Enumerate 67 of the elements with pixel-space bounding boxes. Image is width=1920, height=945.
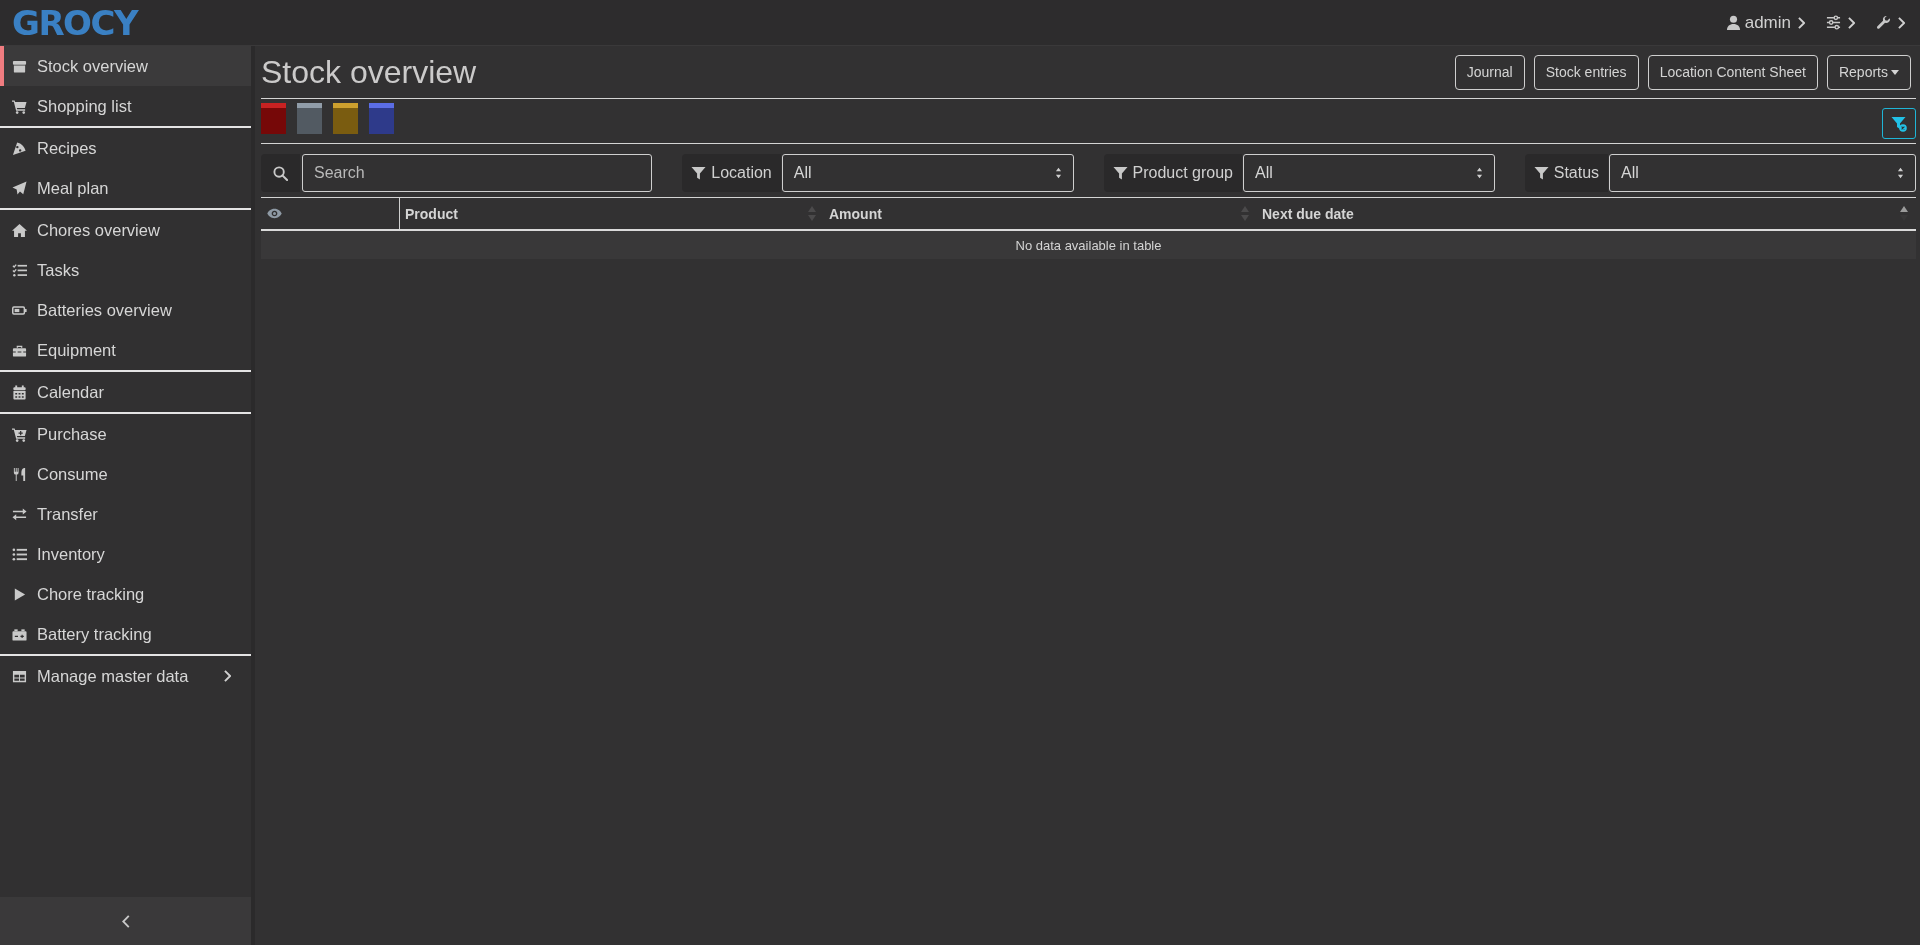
sidebar-item[interactable]: Chores overview xyxy=(0,210,251,250)
clear-filter-button[interactable] xyxy=(1882,108,1916,139)
chevron-left-icon xyxy=(121,914,130,928)
car-battery-icon xyxy=(12,626,27,642)
action-button[interactable]: Stock entries xyxy=(1533,54,1639,90)
sidebar-item[interactable]: Equipment xyxy=(0,330,251,370)
cart-icon xyxy=(12,98,27,114)
paper-plane-icon xyxy=(12,180,27,196)
filter-select[interactable]: All xyxy=(781,154,1074,192)
sidebar-item[interactable]: Battery tracking xyxy=(0,614,251,654)
column-header[interactable]: Product xyxy=(400,198,824,229)
table-empty-message: No data available in table xyxy=(261,231,1916,259)
list-icon xyxy=(12,546,27,562)
dropdown-button[interactable]: Reports xyxy=(1826,54,1911,90)
house-icon xyxy=(12,222,27,238)
funnel-icon xyxy=(1533,165,1549,181)
sidebar-item[interactable]: Calendar xyxy=(0,372,251,412)
funnel-icon xyxy=(1112,165,1128,181)
filter-select[interactable]: All xyxy=(1609,154,1916,192)
filter-label: Status xyxy=(1553,164,1600,182)
box-icon xyxy=(12,58,27,74)
search-field[interactable]: Search xyxy=(302,154,653,192)
checklist-icon xyxy=(12,262,27,278)
funnel-icon xyxy=(691,165,707,181)
sidebar-item[interactable]: Manage master data xyxy=(0,656,251,696)
filter-label: Location xyxy=(711,164,772,182)
sidebar-item[interactable]: Shopping list xyxy=(0,86,251,126)
cart-plus-icon xyxy=(12,426,27,442)
eye-icon xyxy=(267,208,282,219)
sidebar-item[interactable]: Transfer xyxy=(0,494,251,534)
action-button[interactable]: Location Content Sheet xyxy=(1647,54,1818,90)
search-icon xyxy=(273,165,288,181)
sidebar-item[interactable]: Inventory xyxy=(0,534,251,574)
sidebar-item[interactable]: Meal plan xyxy=(0,168,251,208)
fork-knife-icon xyxy=(12,466,27,482)
wrench-icon xyxy=(1876,15,1891,30)
filter-label: Product group xyxy=(1132,164,1233,182)
sidebar-item[interactable]: Purchase xyxy=(0,414,251,454)
settings-menu[interactable] xyxy=(1826,15,1855,30)
chevron-right-icon xyxy=(1848,16,1855,29)
chevron-right-icon xyxy=(1898,16,1905,29)
sidebar-item[interactable]: Tasks xyxy=(0,250,251,290)
sidebar-item[interactable]: Chore tracking xyxy=(0,574,251,614)
filter-select[interactable]: All xyxy=(1243,154,1495,192)
select-arrows-icon xyxy=(1897,167,1904,179)
column-header[interactable]: Amount xyxy=(824,198,1257,229)
sidebar-item[interactable]: Stock overview xyxy=(0,46,251,86)
table-icon xyxy=(12,668,27,684)
page-title: Stock overview xyxy=(261,56,477,88)
caret-down-icon xyxy=(1891,69,1899,75)
select-arrows-icon xyxy=(1054,167,1062,179)
filter-clear-icon xyxy=(1891,115,1907,132)
sidebar-item[interactable]: Batteries overview xyxy=(0,290,251,330)
chevron-right-icon xyxy=(1798,16,1805,29)
action-button[interactable]: Journal xyxy=(1454,54,1525,90)
user-menu[interactable]: admin xyxy=(1725,12,1805,33)
select-arrows-icon xyxy=(1475,167,1483,179)
sidebar-item[interactable]: Recipes xyxy=(0,128,251,168)
tools-menu[interactable] xyxy=(1876,15,1905,30)
sidebar-item[interactable]: Consume xyxy=(0,454,251,494)
calendar-icon xyxy=(12,384,27,400)
column-header[interactable]: Next due date xyxy=(1257,198,1916,229)
user-icon xyxy=(1725,15,1741,30)
play-icon xyxy=(12,586,27,602)
pizza-slice-icon xyxy=(12,140,27,156)
swap-arrows-icon xyxy=(12,506,27,522)
sliders-icon xyxy=(1826,15,1841,30)
